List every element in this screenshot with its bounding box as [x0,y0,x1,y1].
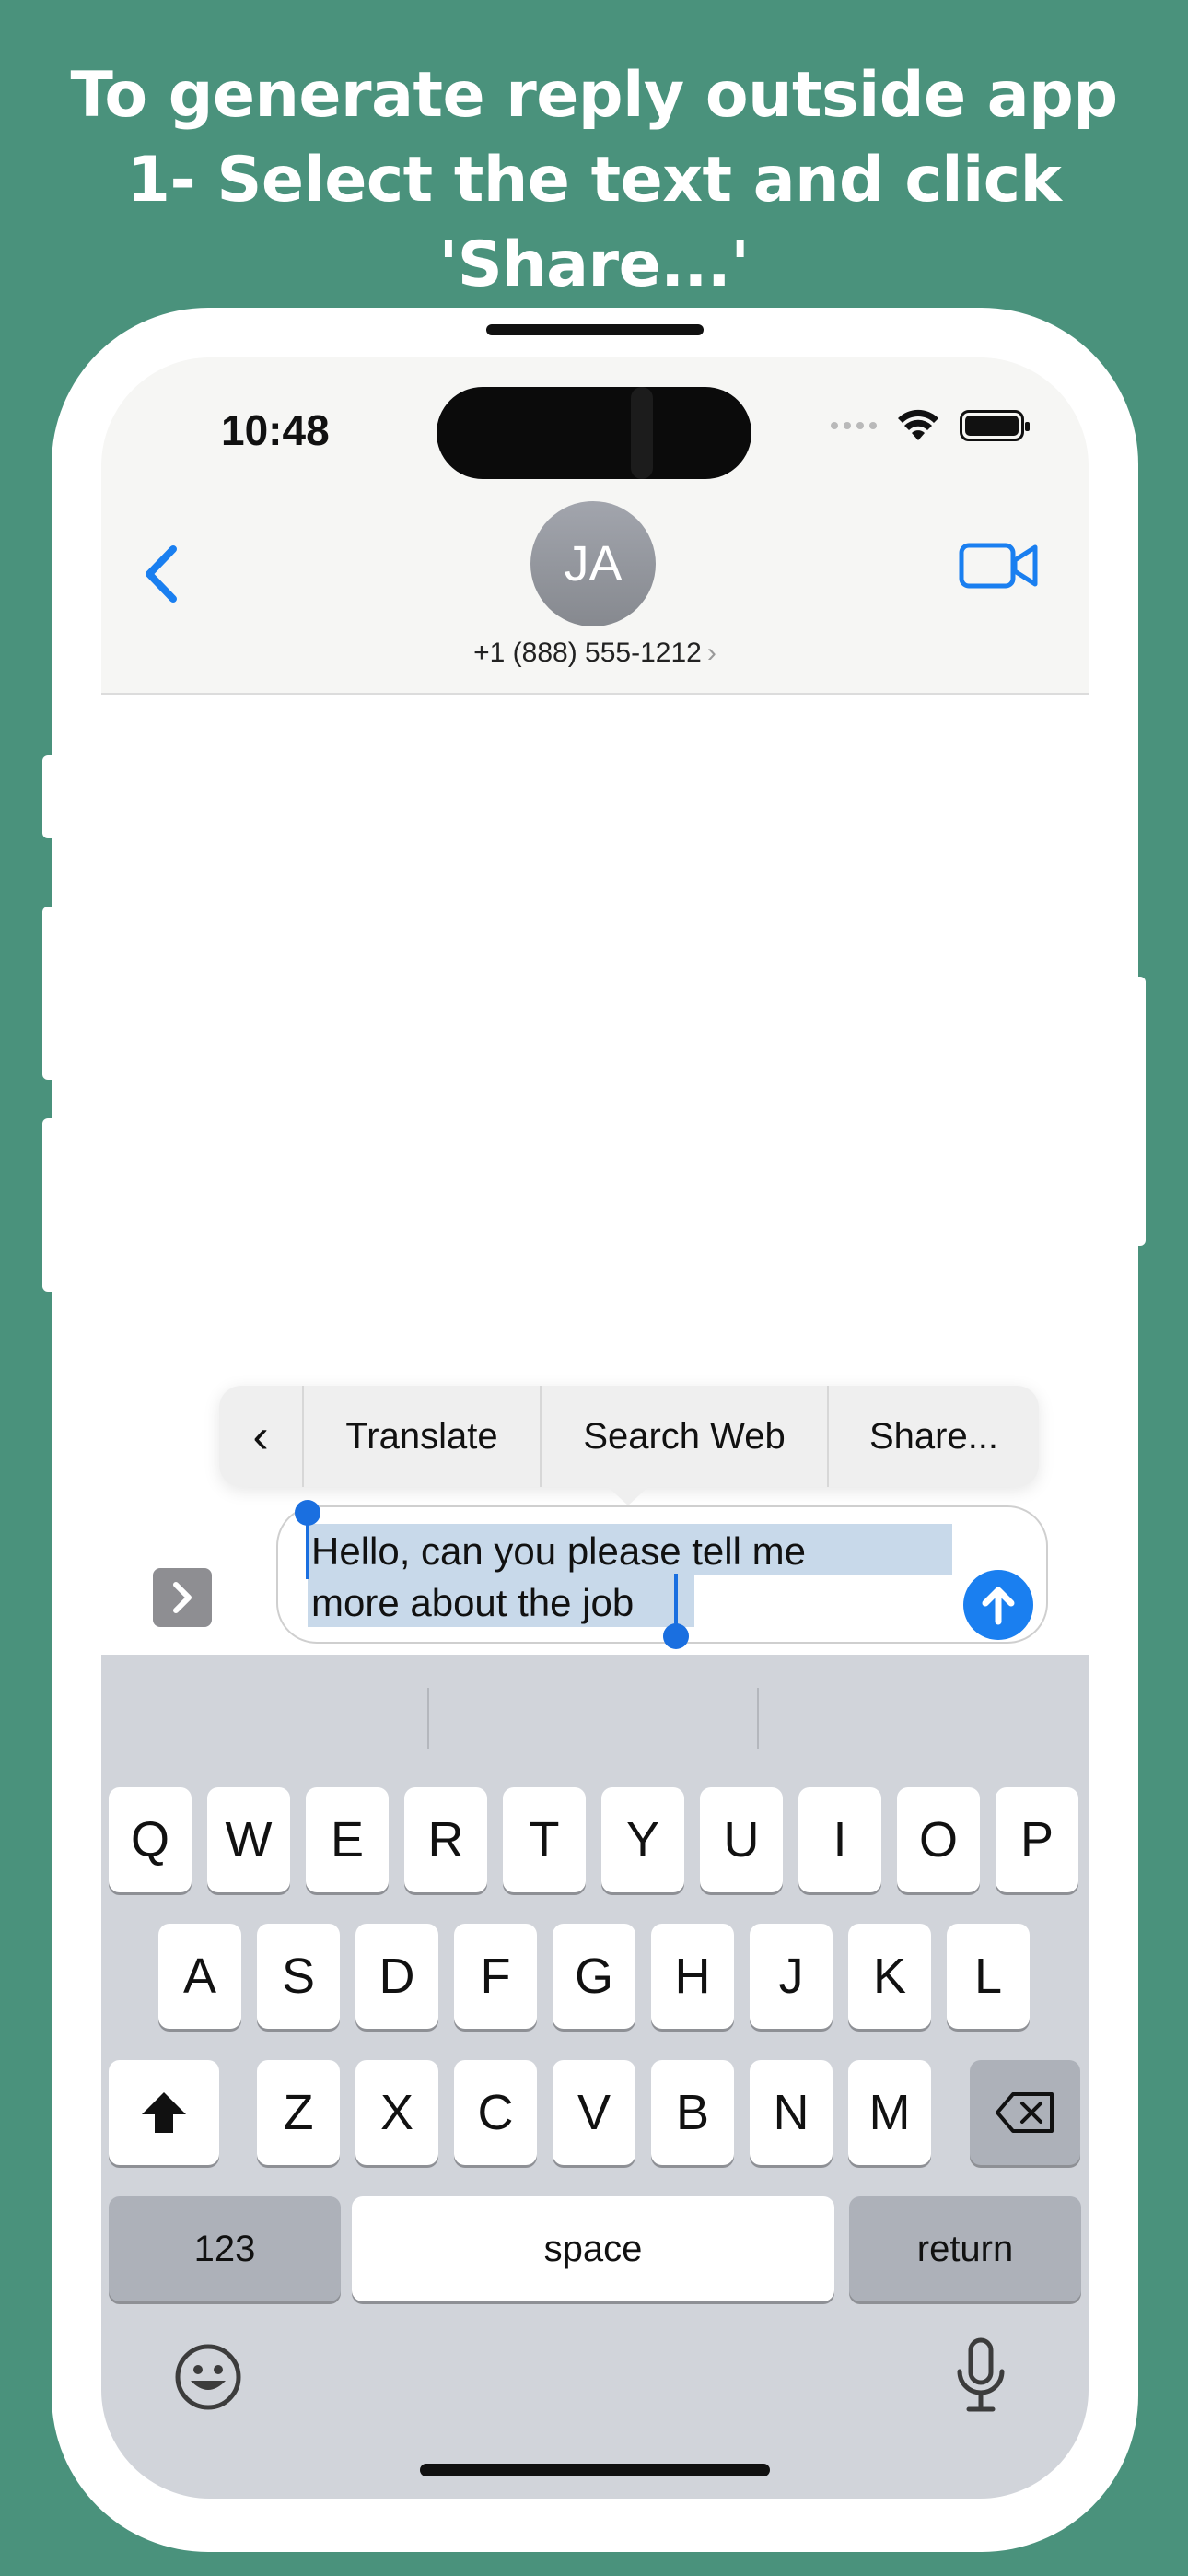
key-z[interactable]: Z [257,2060,340,2165]
home-indicator[interactable] [420,2464,770,2476]
emoji-icon[interactable] [173,2342,243,2412]
send-button[interactable] [963,1570,1033,1640]
dynamic-island [437,387,751,479]
key-b[interactable]: B [651,2060,734,2165]
predictive-bar-divider [757,1688,759,1749]
battery-icon [960,410,1030,441]
key-x[interactable]: X [355,2060,438,2165]
contact-name-row[interactable]: +1 (888) 555-1212 › [101,638,1089,669]
key-e[interactable]: E [306,1787,389,1892]
key-w[interactable]: W [207,1787,290,1892]
search-web-menu-item[interactable]: Search Web [540,1386,827,1487]
selection-start-handle[interactable] [306,1520,309,1579]
numbers-key[interactable]: 123 [109,2196,341,2301]
key-h[interactable]: H [651,1924,734,2029]
message-text[interactable]: Hello, can you please tell me more about… [311,1526,956,1629]
context-menu-pointer [606,1485,650,1505]
contact-number: +1 (888) 555-1212 [473,638,702,668]
delete-key[interactable] [970,2060,1080,2165]
key-m[interactable]: M [848,2060,931,2165]
status-icons [831,409,1030,442]
message-line-1: Hello, can you please tell me [311,1529,806,1573]
island-divider [631,387,653,479]
key-l[interactable]: L [947,1924,1030,2029]
wifi-icon [898,409,938,440]
status-time: 10:48 [221,406,330,454]
selection-end-handle[interactable] [674,1574,678,1631]
shift-arrow-icon [142,2092,186,2133]
messages-header: 10:48 JA +1 (888) 555-1212 › [101,357,1089,695]
chevron-left-icon: ‹ [252,1410,269,1463]
key-s[interactable]: S [257,1924,340,2029]
microphone-icon[interactable] [949,2336,1013,2414]
key-c[interactable]: C [454,2060,537,2165]
cellular-signal-icon [831,422,877,429]
key-p[interactable]: P [996,1787,1078,1892]
predictive-bar-divider [427,1688,429,1749]
contact-avatar[interactable]: JA [530,501,656,626]
space-key[interactable]: space [352,2196,834,2301]
key-k[interactable]: K [848,1924,931,2029]
headline: To generate reply outside app 1- Select … [0,53,1188,308]
video-call-icon[interactable] [958,533,1041,597]
key-a[interactable]: A [158,1924,241,2029]
keyboard: Q W E R T Y U I O P A S D F G H J K L Z … [101,1655,1089,2499]
key-u[interactable]: U [700,1787,783,1892]
context-menu-back-button[interactable]: ‹ [219,1386,302,1487]
chevron-right-icon [173,1582,192,1613]
headline-line-1: To generate reply outside app [70,59,1118,132]
key-o[interactable]: O [897,1787,980,1892]
shift-key[interactable] [109,2060,219,2165]
message-input[interactable]: Hello, can you please tell me more about… [276,1500,1048,1649]
key-n[interactable]: N [750,2060,833,2165]
key-g[interactable]: G [553,1924,635,2029]
key-i[interactable]: I [798,1787,881,1892]
backspace-icon [996,2092,1054,2133]
key-q[interactable]: Q [109,1787,192,1892]
back-chevron-icon[interactable] [136,542,192,606]
message-line-2: more about the job [311,1581,635,1624]
key-f[interactable]: F [454,1924,537,2029]
key-y[interactable]: Y [601,1787,684,1892]
key-j[interactable]: J [750,1924,833,2029]
return-key[interactable]: return [849,2196,1081,2301]
share-menu-item[interactable]: Share... [827,1386,1039,1487]
text-context-menu: ‹ Translate Search Web Share... [219,1386,1039,1487]
phone-screen: 10:48 JA +1 (888) 555-1212 › ‹ Translate… [101,357,1089,2499]
chevron-right-icon: › [706,638,716,668]
key-r[interactable]: R [404,1787,487,1892]
selection-end-knob[interactable] [663,1623,689,1649]
key-t[interactable]: T [503,1787,586,1892]
selection-start-knob[interactable] [295,1500,320,1526]
arrow-up-icon [982,1587,1015,1625]
key-v[interactable]: V [553,2060,635,2165]
key-d[interactable]: D [355,1924,438,2029]
app-drawer-toggle[interactable] [153,1568,212,1627]
headline-line-2: 1- Select the text and click 'Share...' [126,144,1062,301]
translate-menu-item[interactable]: Translate [302,1386,540,1487]
phone-speaker [486,324,704,335]
